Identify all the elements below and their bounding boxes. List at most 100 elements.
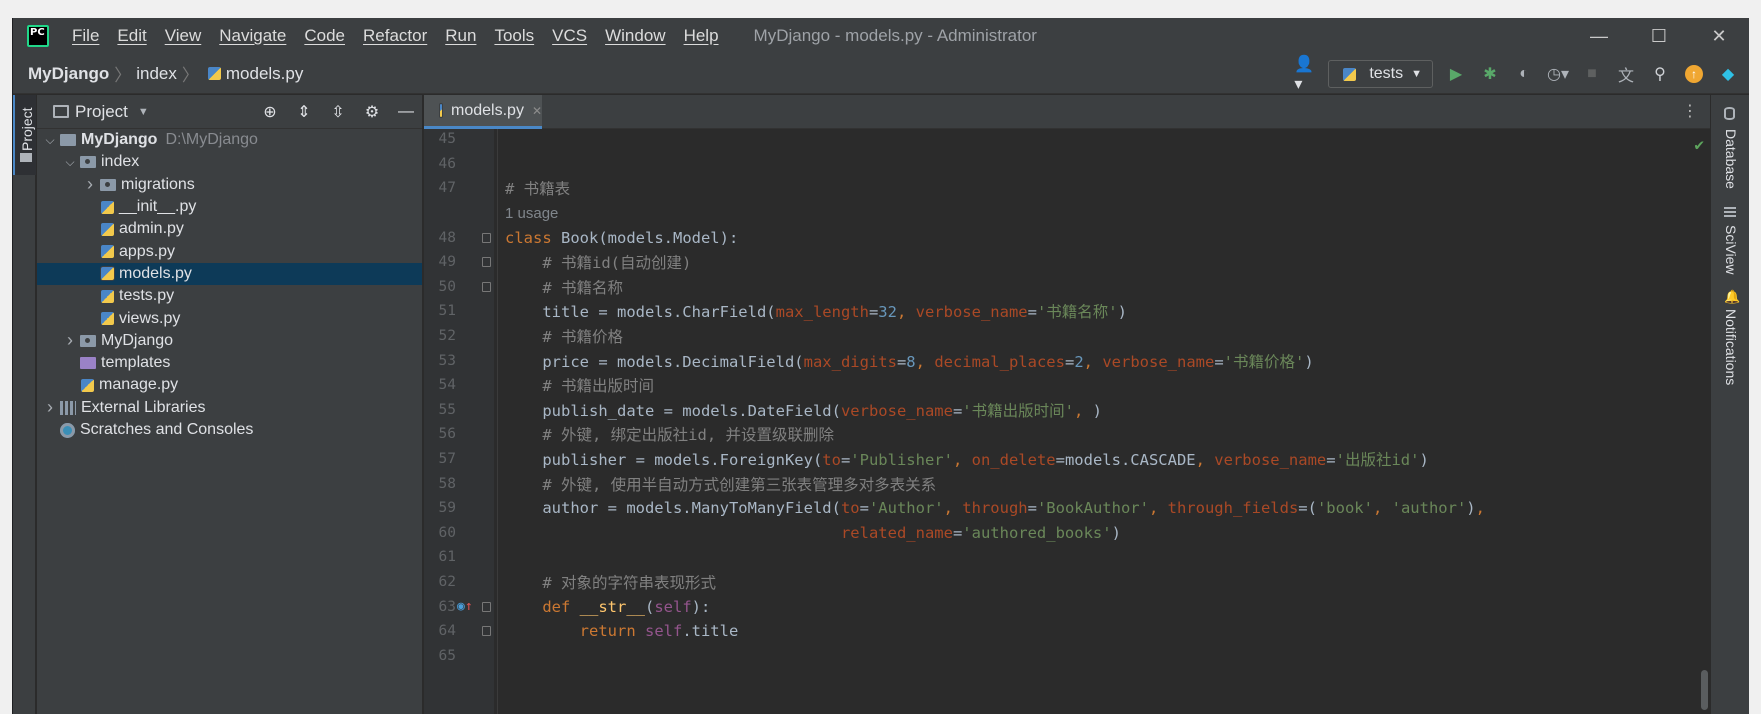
jetbrains-toolbox-icon[interactable]: ◆ <box>1717 63 1739 85</box>
code-line[interactable]: 62 # 对象的字符串表现形式 <box>424 570 1710 595</box>
code-token: '出版社id' <box>1335 451 1420 470</box>
notifications-tool-tab[interactable]: 🔔 Notifications <box>1711 287 1749 397</box>
breadcrumb-separator: 〉 <box>181 66 199 85</box>
chevron-right-icon[interactable]: › <box>63 330 77 351</box>
scrollbar-thumb[interactable] <box>1701 670 1708 710</box>
maximize-icon[interactable]: ☐ <box>1629 18 1689 54</box>
database-tool-tab[interactable]: Database <box>1711 103 1749 193</box>
code-line[interactable]: 54 # 书籍出版时间 <box>424 373 1710 398</box>
tree-item[interactable]: manage.py <box>37 374 422 396</box>
coverage-icon[interactable]: ◐ <box>1513 63 1535 85</box>
menu-item-navigate[interactable]: Navigate <box>210 26 295 46</box>
breadcrumb-project[interactable]: MyDjango <box>28 64 109 84</box>
tree-item[interactable]: › MyDjango <box>37 330 422 352</box>
user-account-icon[interactable]: 👤▾ <box>1294 56 1316 93</box>
code-line[interactable]: 1 usage <box>424 201 1710 226</box>
menu-item-view[interactable]: View <box>156 26 211 46</box>
code-line[interactable]: 57 publisher = models.ForeignKey(to='Pub… <box>424 447 1710 472</box>
tree-item[interactable]: views.py <box>37 307 422 329</box>
editor-tabs: models.py ✕ ⋮ <box>424 95 1710 129</box>
code-line[interactable]: 58 # 外键, 使用半自动方式创建第三张表管理多对多表关系 <box>424 471 1710 496</box>
menu-item-help[interactable]: Help <box>675 26 728 46</box>
code-token: = <box>952 401 963 420</box>
fold-marker-icon[interactable] <box>482 232 491 243</box>
tree-item[interactable]: tests.py <box>37 285 422 307</box>
code-line[interactable]: 59 author = models.ManyToManyField(to='A… <box>424 496 1710 521</box>
code-line[interactable]: 47 # 书籍表 <box>424 176 1710 201</box>
code-line[interactable]: 61 <box>424 545 1710 570</box>
fold-marker-icon[interactable] <box>482 281 491 292</box>
chevron-down-icon[interactable]: ⌵ <box>63 155 77 170</box>
collapse-all-icon[interactable]: ⇳ <box>327 101 349 123</box>
chevron-right-icon[interactable]: › <box>43 397 57 418</box>
project-panel-title[interactable]: Project <box>75 102 128 122</box>
fold-marker-icon[interactable] <box>482 626 491 637</box>
code-line[interactable]: 52 # 书籍价格 <box>424 324 1710 349</box>
translate-icon[interactable]: 文 <box>1615 63 1637 85</box>
locate-file-icon[interactable]: ⊕ <box>259 101 281 123</box>
code-line[interactable]: 51 title = models.CharField(max_length=3… <box>424 299 1710 324</box>
code-line[interactable]: 63 ◉↑ def __str__(self): <box>424 594 1710 619</box>
tree-item[interactable]: › External Libraries <box>37 397 422 419</box>
menu-item-code[interactable]: Code <box>295 26 354 46</box>
code-line[interactable]: 65 <box>424 644 1710 669</box>
usage-hint[interactable]: 1 usage <box>505 205 558 222</box>
code-editor[interactable]: 45 46 47 # 书籍表 1 usage 48 class Book(models.Mo… <box>424 129 1710 714</box>
code-line[interactable]: 45 <box>424 127 1710 152</box>
hide-panel-icon[interactable]: — <box>395 101 417 123</box>
search-icon[interactable]: ⚲ <box>1649 63 1671 85</box>
code-line[interactable]: 64 return self.title <box>424 619 1710 644</box>
run-icon[interactable]: ▶ <box>1445 63 1467 85</box>
code-line[interactable]: 49 # 书籍id(自动创建) <box>424 250 1710 275</box>
menu-item-file[interactable]: File <box>63 26 108 46</box>
code-line[interactable]: 46 <box>424 152 1710 177</box>
code-line[interactable]: 55 publish_date = models.DateField(verbo… <box>424 398 1710 423</box>
stop-icon[interactable]: ■ <box>1581 63 1603 85</box>
breadcrumb-file[interactable]: models.py <box>226 64 303 84</box>
override-marker-icon[interactable]: ◉↑ <box>457 599 473 614</box>
menu-item-refactor[interactable]: Refactor <box>354 26 436 46</box>
code-line[interactable]: 50 # 书籍名称 <box>424 275 1710 300</box>
chevron-down-icon[interactable]: ⌵ <box>43 133 57 148</box>
tree-item[interactable]: __init__.py <box>37 196 422 218</box>
tab-models-py[interactable]: models.py ✕ <box>424 95 542 129</box>
menu-item-tools[interactable]: Tools <box>485 26 543 46</box>
fold-marker-icon[interactable] <box>482 257 491 268</box>
code-token: , <box>896 303 916 322</box>
sciview-tool-tab[interactable]: SciView <box>1711 203 1749 293</box>
code-line[interactable]: 53 price = models.DecimalField(max_digit… <box>424 348 1710 373</box>
close-tab-icon[interactable]: ✕ <box>532 104 542 118</box>
tree-item[interactable]: Scratches and Consoles <box>37 419 422 441</box>
profile-icon[interactable]: ◷▾ <box>1547 63 1569 85</box>
tree-item[interactable]: › migrations <box>37 174 422 196</box>
vertical-scrollbar[interactable] <box>1698 129 1710 714</box>
tree-item[interactable]: templates <box>37 352 422 374</box>
code-line[interactable]: 56 # 外键, 绑定出版社id, 并设置级联删除 <box>424 422 1710 447</box>
code-token: ) <box>1466 499 1476 518</box>
menu-item-vcs[interactable]: VCS <box>543 26 596 46</box>
code-token: class <box>505 228 561 247</box>
more-options-icon[interactable]: ⋮ <box>1682 101 1698 121</box>
tree-item[interactable]: models.py <box>37 262 422 286</box>
tree-item[interactable]: ⌵ MyDjango D:\MyDjango <box>37 129 422 151</box>
tree-item[interactable]: ⌵ index <box>37 151 422 173</box>
menu-item-edit[interactable]: Edit <box>108 26 155 46</box>
fold-marker-icon[interactable] <box>482 601 491 612</box>
update-icon[interactable]: ↑ <box>1683 63 1705 85</box>
minimize-icon[interactable]: — <box>1569 18 1629 54</box>
code-line[interactable]: 60 related_name='authored_books') <box>424 521 1710 546</box>
menu-item-window[interactable]: Window <box>596 26 674 46</box>
chevron-right-icon[interactable]: › <box>83 174 97 195</box>
tree-item[interactable]: apps.py <box>37 240 422 262</box>
run-configuration-select[interactable]: tests ▼ <box>1328 60 1433 88</box>
menu-item-run[interactable]: Run <box>436 26 485 46</box>
tree-item[interactable]: admin.py <box>37 218 422 240</box>
debug-icon[interactable]: ✱ <box>1479 63 1501 85</box>
chevron-down-icon[interactable]: ▼ <box>138 106 149 118</box>
close-icon[interactable]: ✕ <box>1689 18 1749 54</box>
breadcrumb-folder[interactable]: index <box>136 64 177 84</box>
code-line[interactable]: 48 class Book(models.Model): <box>424 225 1710 250</box>
gear-icon[interactable]: ⚙ <box>361 101 383 123</box>
project-tool-tab[interactable]: Project <box>13 95 36 175</box>
expand-all-icon[interactable]: ⇕ <box>293 101 315 123</box>
